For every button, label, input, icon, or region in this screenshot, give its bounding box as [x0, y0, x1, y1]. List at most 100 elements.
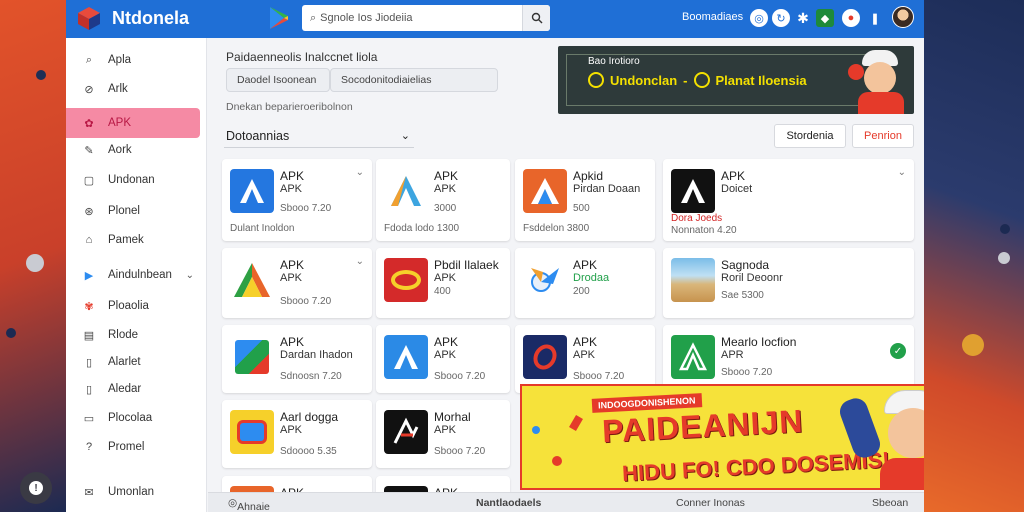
play-store-icon[interactable]: [266, 4, 292, 32]
app-card[interactable]: APK APK Sbooo 7.20: [515, 325, 655, 393]
status-far-right[interactable]: Sbeoan: [872, 497, 908, 509]
secondary-button[interactable]: Stordenia: [774, 124, 846, 148]
app-icon: [384, 335, 428, 379]
search-button[interactable]: [522, 5, 550, 31]
filter-pill[interactable]: Daodel Isoonean: [226, 68, 330, 92]
sidebar-item-label: Undonan: [108, 174, 155, 186]
bookmark-icon: ⌂: [85, 234, 93, 246]
app-name: Sagnoda: [721, 258, 770, 272]
sidebar-item-label: Plocolaa: [108, 412, 153, 424]
confetti: [532, 426, 540, 434]
page-subtitle: Dnekan beparieroeribolnon: [226, 101, 353, 113]
swirl-logo-icon: [528, 340, 562, 374]
app-window: Ntdonela ⌕ Sgnole Ios Jiodeiia Boomadiae…: [66, 0, 924, 512]
app-card[interactable]: Sagnoda Roril Deoonr Sae 5300: [663, 248, 914, 318]
app-name: APK: [280, 335, 305, 349]
game-logo-icon: [237, 420, 267, 444]
app-icon: [230, 410, 274, 454]
sidebar-item-label: Aork: [108, 144, 132, 156]
chevron-down-icon[interactable]: ⌄: [356, 167, 364, 178]
mascot-illustration: [836, 388, 924, 488]
sidebar-item[interactable]: ? Promel: [66, 433, 200, 461]
link-icon: ⊘: [84, 83, 94, 96]
sidebar-item[interactable]: ▢ Undonan: [66, 166, 200, 194]
sidebar-item-expandable[interactable]: ▶ Aindulnbean ⌄: [66, 261, 200, 289]
flag-icon[interactable]: ❚: [866, 9, 884, 27]
primary-button[interactable]: Penrion: [852, 124, 914, 148]
help-button[interactable]: !: [20, 472, 52, 504]
sidebar-item-label: Umonlan: [108, 486, 155, 498]
letter-a-icon: [394, 345, 418, 369]
sidebar-item[interactable]: ⊛ Plonel: [66, 197, 200, 225]
sidebar-item[interactable]: ▯ Aledar: [66, 375, 200, 403]
notification-icon[interactable]: ●: [842, 9, 860, 27]
topbar-link[interactable]: Boomadiaes: [682, 11, 743, 23]
sidebar-item-active[interactable]: ✿ APK: [66, 108, 200, 138]
document-icon: ▤: [83, 329, 95, 342]
app-card[interactable]: Apkid Pirdan Doaan 500 Fsddelon 3800: [515, 159, 655, 241]
app-card[interactable]: Morhal APK Sbooo 7.20: [376, 400, 510, 468]
chevron-down-icon[interactable]: ⌄: [898, 167, 906, 178]
app-card[interactable]: APK Doicet Dora Joeds Nonnaton 4.20 ⌄: [663, 159, 914, 241]
sidebar-item-label: Plonel: [108, 205, 140, 217]
sidebar-item[interactable]: ✎ Aork: [66, 136, 200, 164]
settings-icon[interactable]: ✱: [794, 9, 812, 27]
refresh-icon[interactable]: ↻: [772, 9, 790, 27]
sidebar-item-label: Promel: [108, 441, 145, 453]
sidebar-item[interactable]: ⊘ Arlk: [66, 75, 200, 103]
search-input[interactable]: ⌕ Sgnole Ios Jiodeiia: [302, 5, 550, 31]
sidebar-item[interactable]: ⌕ Apla: [66, 46, 200, 74]
status-right[interactable]: Conner Inonas: [676, 497, 745, 509]
circle-icon: [693, 72, 710, 88]
sidebar-item[interactable]: ✉ Umonlan: [66, 478, 200, 506]
sidebar-item[interactable]: ⌂ Pamek: [66, 226, 200, 254]
tag-icon: ⊛: [84, 205, 94, 218]
promo-banner[interactable]: Bao Irotioro Undonclan - Planat Iloensia: [558, 46, 914, 114]
sidebar-item[interactable]: ▯ Alarlet: [66, 348, 200, 376]
sidebar-item[interactable]: ▭ Plocolaa: [66, 404, 200, 432]
app-card[interactable]: APK Dardan Ihadon Sdnoosn 7.20: [222, 325, 372, 393]
main-content: Paidaenneolis Inalccnet liola Daodel Iso…: [208, 38, 924, 512]
app-card[interactable]: Mearlo Iocfion APR Sbooo 7.20 ✓: [663, 325, 914, 393]
app-card[interactable]: APK Drodaa 200: [515, 248, 655, 318]
app-icon: [384, 258, 428, 302]
app-card[interactable]: APK APK Sbooo 7.20 Dulant Inoldon ⌄: [222, 159, 372, 241]
globe-icon[interactable]: ◎: [750, 9, 768, 27]
letter-a-icon: [531, 178, 559, 204]
shield-icon[interactable]: ◆: [816, 9, 834, 27]
chevron-down-icon[interactable]: ⌄: [356, 256, 364, 267]
triangle-logo-icon: [234, 263, 270, 297]
mascot-illustration: [848, 48, 910, 114]
app-icon: [523, 258, 567, 302]
sidebar-item[interactable]: ▤ Rlode: [66, 321, 200, 349]
status-left[interactable]: ◎ Ahnaie: [228, 497, 270, 512]
app-type: Dardan Ihadon: [280, 349, 353, 361]
filter-pill[interactable]: Socodonitodiaielias: [330, 68, 498, 92]
app-icon: [230, 169, 274, 213]
decor-dot: [998, 252, 1010, 264]
app-type: APK: [573, 349, 596, 361]
app-card[interactable]: Aarl dogga APK Sdoooo 5.35: [222, 400, 372, 468]
section-dropdown[interactable]: Dotoannias ⌄: [224, 124, 414, 148]
avatar[interactable]: [892, 6, 914, 28]
app-name: Mearlo Iocfion: [721, 335, 797, 349]
app-meta: Sdnoosn 7.20: [280, 371, 342, 382]
confetti: [552, 456, 562, 466]
promo-right-text: Planat Iloensia: [715, 72, 807, 88]
app-card[interactable]: APK APK Sbooo 7.20: [376, 325, 510, 393]
app-card[interactable]: APK APK Sbooo 7.20 ⌄: [222, 248, 372, 318]
promo-top-text: Bao Irotioro: [588, 56, 640, 67]
ad-banner[interactable]: INDOOGDONISHENON PAIDEANIJN HIDU FO! CDO…: [520, 384, 924, 490]
app-card[interactable]: Pbdil Ilalaek APK 400: [376, 248, 510, 318]
app-name: APK: [280, 258, 305, 272]
play-icon: ▶: [84, 269, 94, 282]
sidebar-item[interactable]: ✾ Ploaolia: [66, 292, 200, 320]
app-card[interactable]: APK APK 3000 Fdoda lodo 1300: [376, 159, 510, 241]
app-name: APK: [280, 169, 305, 183]
sidebar: ⌕ Apla ⊘ Arlk ✿ APK ✎ Aork ▢ Undonan ⊛ Plonel …: [66, 38, 207, 512]
status-center[interactable]: Nantlaodaels: [476, 497, 541, 509]
app-name: APK: [573, 335, 598, 349]
letter-a-icon: [391, 176, 421, 206]
dash-separator: -: [683, 72, 688, 88]
app-name: Aarl dogga: [280, 410, 339, 424]
